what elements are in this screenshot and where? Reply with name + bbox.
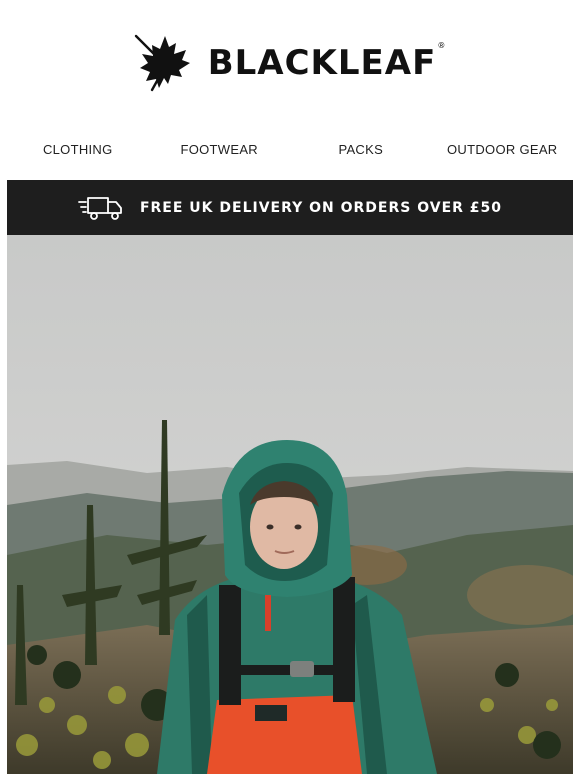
brand-name: BLACKLEAF ® (207, 40, 447, 83)
nav-item-clothing[interactable]: CLOTHING (7, 142, 149, 157)
delivery-truck-icon (78, 196, 122, 220)
registered-mark: ® (437, 40, 447, 50)
nav-item-packs[interactable]: PACKS (290, 142, 432, 157)
nav-item-footwear[interactable]: FOOTWEAR (149, 142, 291, 157)
delivery-banner-text: FREE UK DELIVERY ON ORDERS OVER £50 (139, 199, 503, 216)
nav-item-outdoor-gear[interactable]: OUTDOOR GEAR (432, 142, 574, 157)
email-frame: BLACKLEAF ® CLOTHING FOOTWEAR PACKS OUTDO… (7, 0, 573, 774)
header: BLACKLEAF ® (7, 0, 573, 125)
brand-logo-link[interactable]: BLACKLEAF ® (132, 32, 447, 94)
hero-image[interactable] (7, 235, 573, 774)
maple-leaf-icon (134, 34, 190, 91)
delivery-banner[interactable]: FREE UK DELIVERY ON ORDERS OVER £50 (7, 180, 573, 235)
main-nav: CLOTHING FOOTWEAR PACKS OUTDOOR GEAR (7, 126, 573, 172)
